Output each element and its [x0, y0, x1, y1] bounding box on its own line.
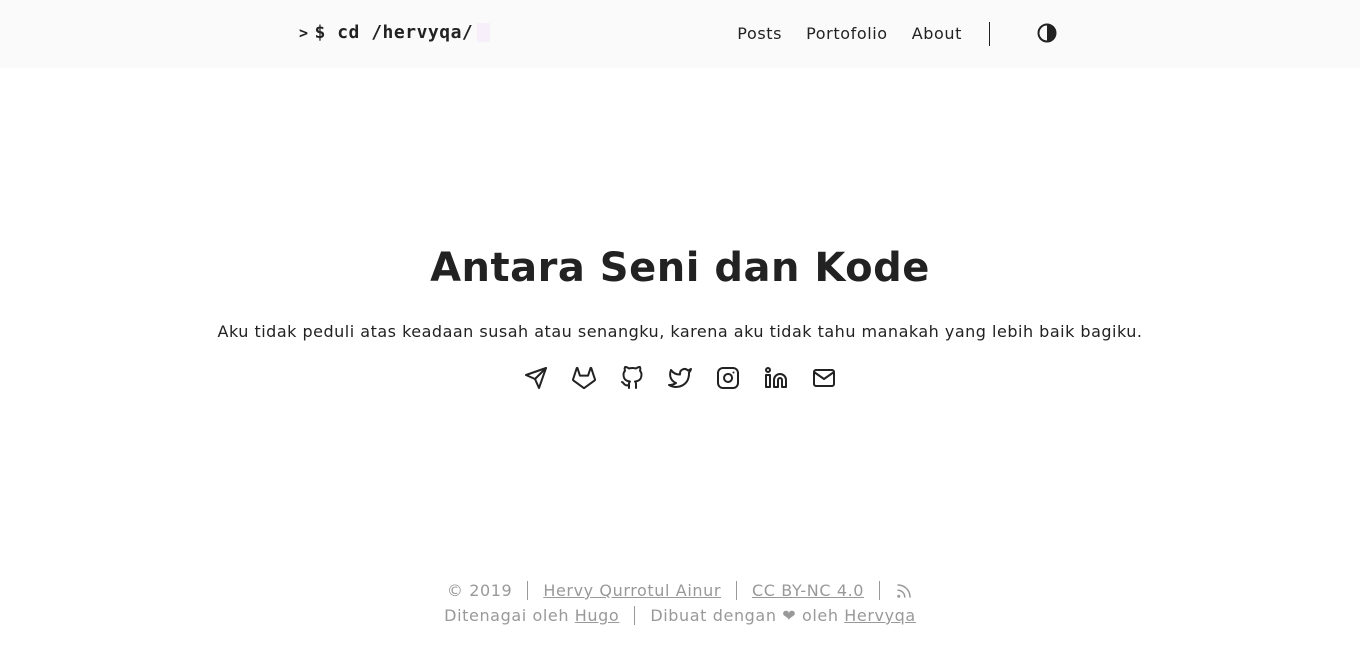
github-link[interactable]: [620, 366, 644, 390]
gitlab-link[interactable]: [572, 366, 596, 390]
hero-tagline: Aku tidak peduli atas keadaan susah atau…: [217, 322, 1143, 341]
instagram-icon: [717, 367, 739, 389]
copyright-text: © 2019: [446, 581, 513, 600]
hugo-link[interactable]: Hugo: [575, 606, 620, 625]
instagram-link[interactable]: [716, 366, 740, 390]
twitter-link[interactable]: [668, 366, 692, 390]
logo-prompt: >: [299, 23, 309, 42]
linkedin-link[interactable]: [764, 366, 788, 390]
site-header: > $ cd /hervyqa/ Posts Portofolio About: [0, 0, 1360, 68]
mail-link[interactable]: [812, 366, 836, 390]
hero-section: Antara Seni dan Kode Aku tidak peduli at…: [0, 240, 1360, 341]
hervyqa-link[interactable]: Hervyqa: [844, 606, 916, 625]
made-prefix: Dibuat dengan ❤ oleh: [650, 606, 845, 625]
license-link[interactable]: CC BY-NC 4.0: [752, 581, 864, 600]
footer-row-credits: Ditenagai oleh Hugo Dibuat dengan ❤ oleh…: [0, 603, 1360, 628]
nav-divider: [989, 22, 990, 46]
rss-icon: [897, 584, 911, 598]
contrast-icon: [1037, 23, 1057, 43]
made-with: Dibuat dengan ❤ oleh Hervyqa: [634, 606, 931, 625]
nav-portofolio[interactable]: Portofolio: [806, 22, 888, 46]
rss-item: [879, 580, 928, 601]
linkedin-icon: [765, 367, 787, 388]
powered-by: Ditenagai oleh Hugo: [429, 606, 634, 625]
twitter-icon: [668, 368, 692, 388]
logo-text: $ cd /hervyqa/: [314, 22, 474, 43]
gitlab-icon: [572, 366, 596, 390]
main-nav: Posts Portofolio About: [737, 22, 990, 46]
hero-title: Antara Seni dan Kode: [430, 245, 930, 291]
author-item: Hervy Qurrotul Ainur: [527, 581, 736, 600]
theme-toggle-button[interactable]: [1036, 22, 1058, 44]
github-icon: [621, 366, 643, 389]
telegram-icon: [525, 367, 547, 389]
license-item: CC BY-NC 4.0: [736, 581, 879, 600]
site-footer: © 2019 Hervy Qurrotul Ainur CC BY-NC 4.0…: [0, 578, 1360, 628]
logo-cursor: [477, 23, 491, 42]
nav-about[interactable]: About: [912, 22, 962, 46]
telegram-link[interactable]: [524, 366, 548, 390]
powered-prefix: Ditenagai oleh: [444, 606, 575, 625]
footer-row-copyright: © 2019 Hervy Qurrotul Ainur CC BY-NC 4.0: [0, 578, 1360, 603]
social-links: [0, 366, 1360, 390]
nav-posts[interactable]: Posts: [737, 22, 782, 46]
mail-icon: [813, 369, 835, 387]
author-link[interactable]: Hervy Qurrotul Ainur: [543, 581, 721, 600]
site-logo[interactable]: > $ cd /hervyqa/: [299, 22, 491, 43]
rss-link[interactable]: [895, 581, 913, 600]
